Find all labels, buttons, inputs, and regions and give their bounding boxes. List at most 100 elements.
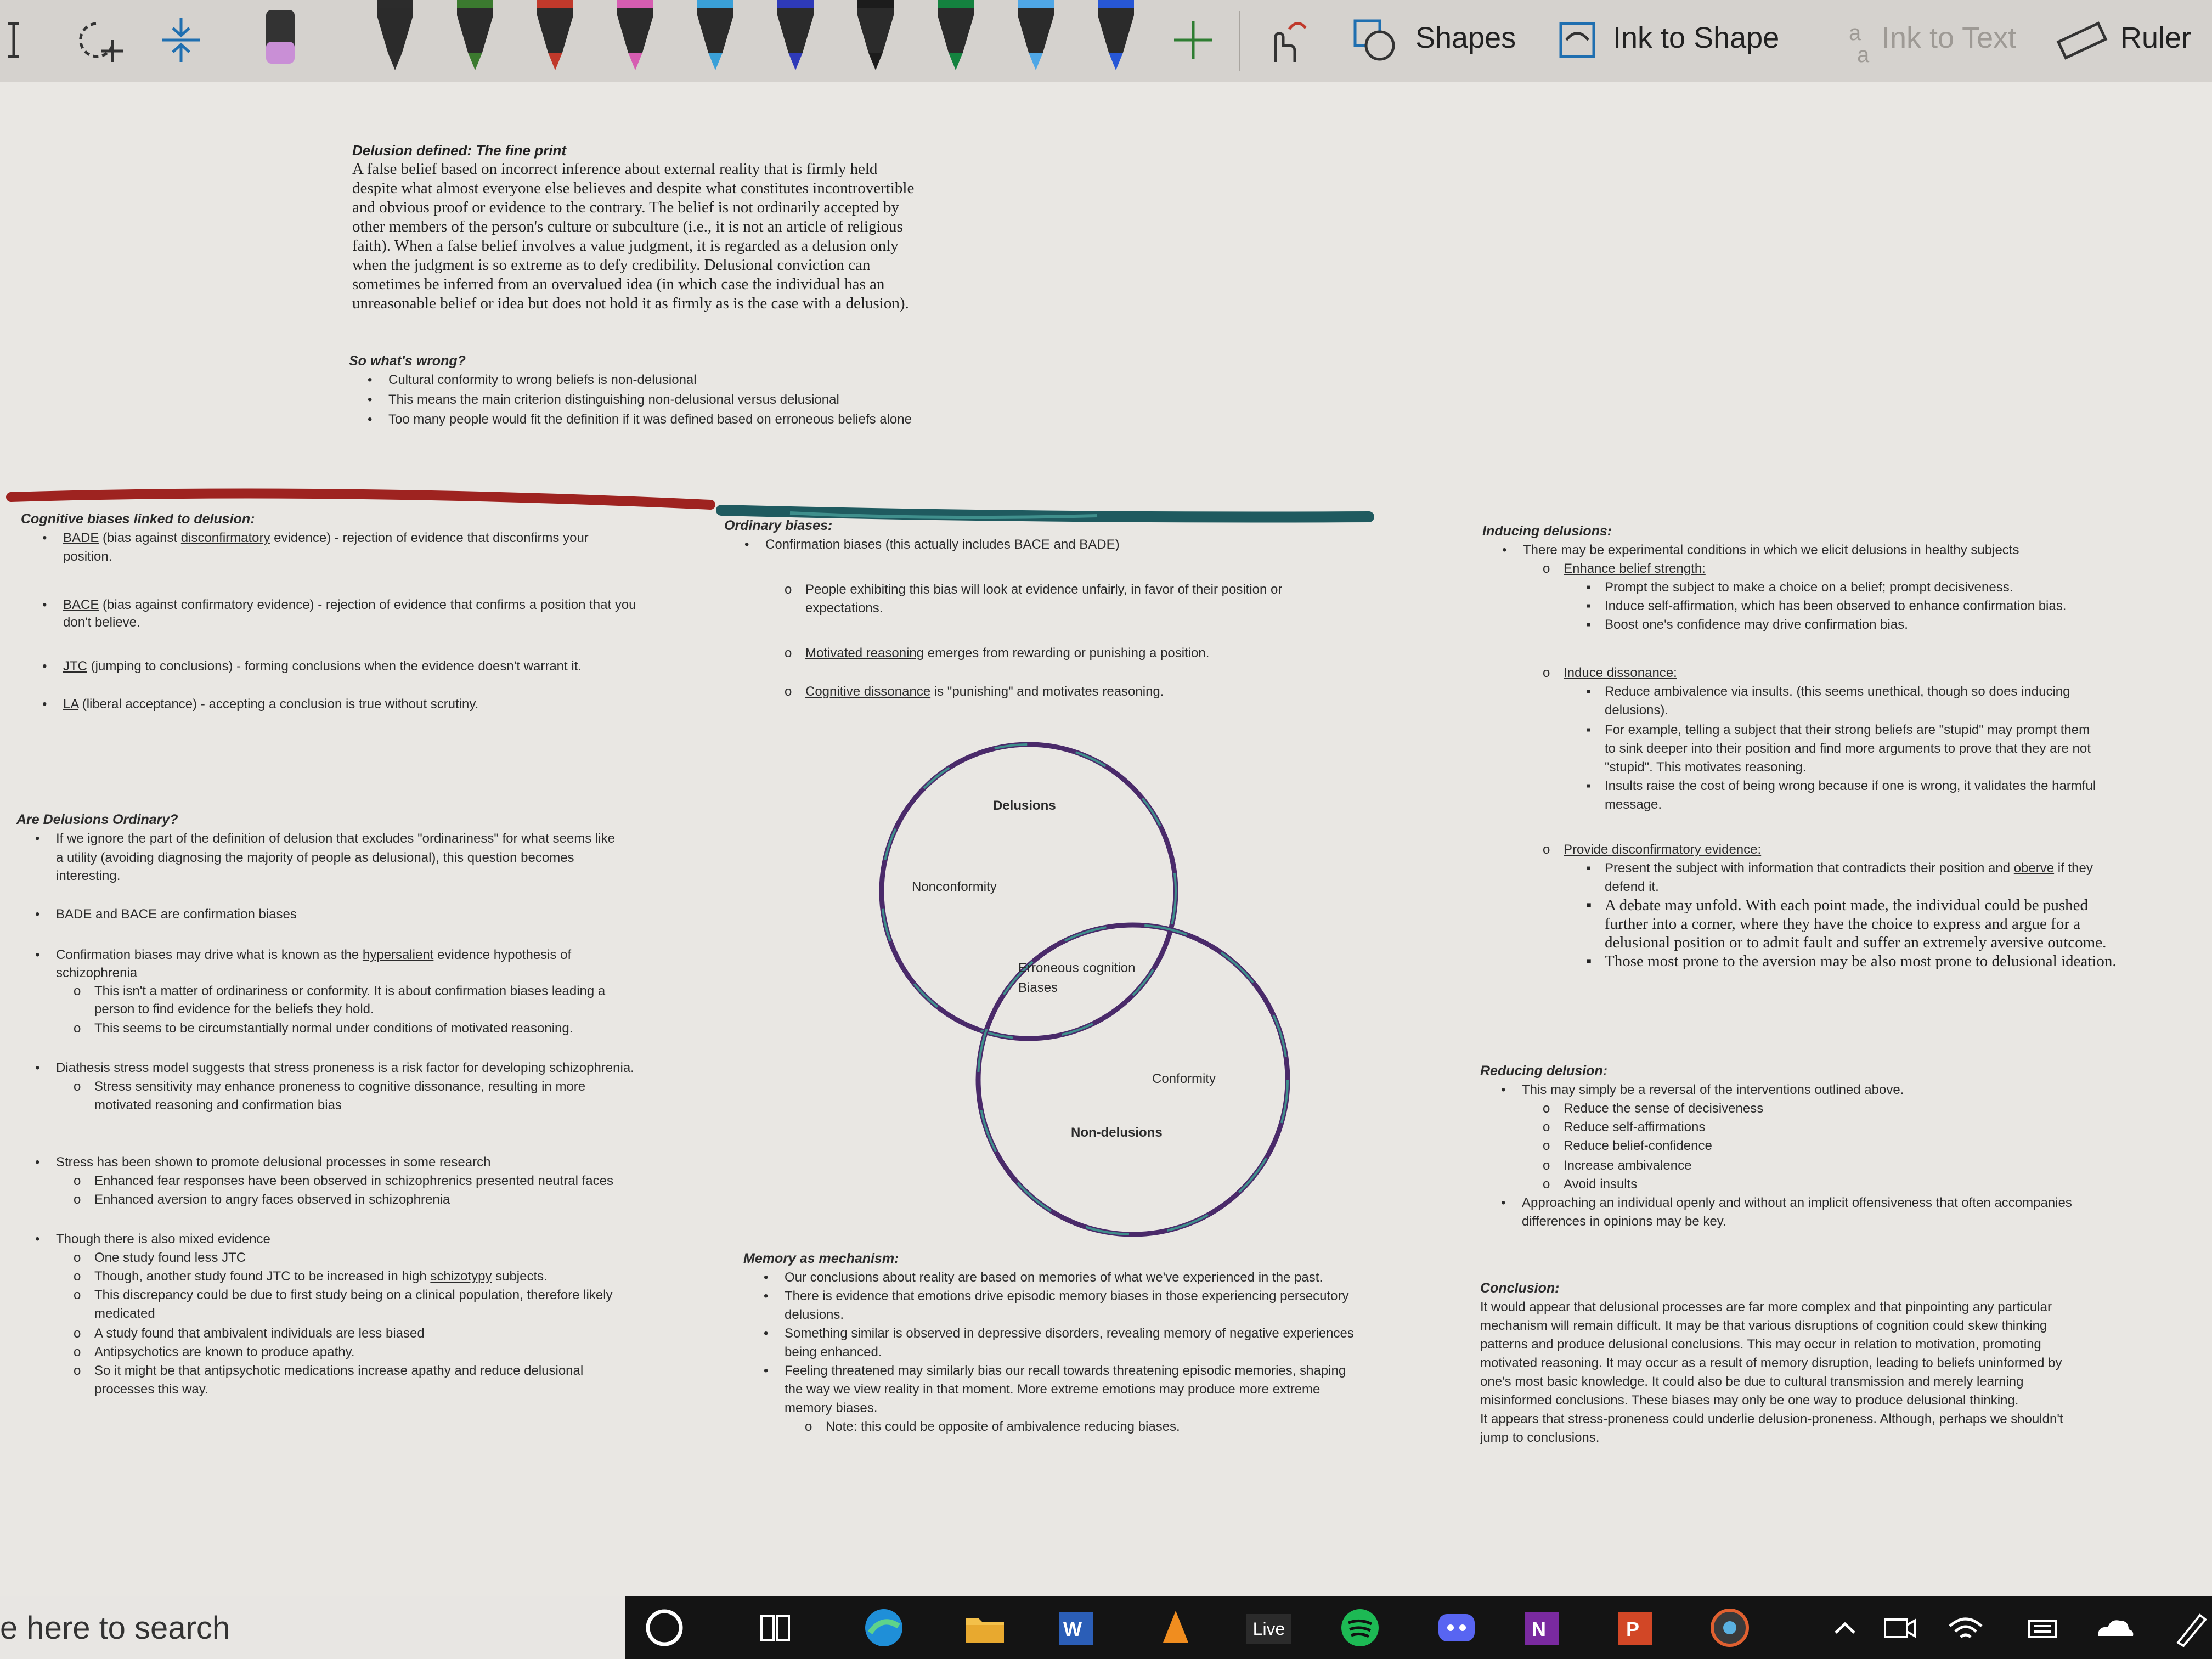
- bace-item-cont: don't believe.: [63, 615, 140, 630]
- usb-device-icon[interactable]: [2019, 1604, 2066, 1651]
- ruler-label[interactable]: Ruler: [2120, 21, 2191, 55]
- inducing-line-14: Provide disconfirmatory evidence:: [1543, 839, 1761, 860]
- ink-to-shape-icon[interactable]: [1553, 10, 1602, 70]
- ordinary-line-5: Confirmation biases may drive what is kn…: [35, 945, 572, 965]
- inducing-line-15c: if they: [2054, 861, 2093, 876]
- reducing-heading: Reducing delusion:: [1480, 1063, 1607, 1079]
- pen-icon[interactable]: [926, 0, 986, 71]
- memory-line-1: Our conclusions about reality are based …: [764, 1267, 1323, 1288]
- ordinary-line-7: This isn't a matter of ordinariness or c…: [74, 981, 605, 1001]
- memory-line-4: Something similar is observed in depress…: [764, 1323, 1354, 1344]
- ordinary-line-5a: Confirmation biases may drive what is kn…: [56, 947, 363, 962]
- ordinary-line-24: processes this way.: [94, 1382, 208, 1397]
- cortana-icon[interactable]: [641, 1604, 688, 1651]
- eraser-icon[interactable]: [252, 10, 307, 70]
- oberve-term: oberve: [2013, 861, 2055, 876]
- pen-icon[interactable]: [365, 0, 425, 71]
- taskbar-search-box[interactable]: e here to search: [0, 1596, 625, 1659]
- inducing-line-3: Prompt the subject to make a choice on a…: [1586, 577, 2013, 597]
- reducing-line-6: Avoid insults: [1543, 1174, 1637, 1194]
- pen-icon[interactable]: [605, 0, 665, 71]
- inducing-line-8: delusions).: [1605, 703, 1669, 718]
- conclusion-line: one's most basic knowledge. It could als…: [1480, 1374, 2024, 1389]
- ordinary-line-23: So it might be that antipsychotic medica…: [74, 1361, 583, 1381]
- inducing-line-12: Insults raise the cost of being wrong be…: [1586, 776, 2096, 796]
- text-cursor-icon[interactable]: [0, 10, 38, 70]
- cognitive-dissonance-term: Cognitive dissonance: [805, 684, 931, 699]
- venn-label-biases: Biases: [1018, 980, 1058, 995]
- show-hidden-icons-chevron-icon[interactable]: [1821, 1604, 1869, 1651]
- wifi-icon[interactable]: [1942, 1604, 1989, 1651]
- hypersalient-term: hypersalient: [362, 947, 434, 962]
- ordinary-biases-line-4b: emerges from rewarding or punishing a po…: [924, 646, 1210, 661]
- shapes-icon[interactable]: [1350, 10, 1399, 70]
- add-pen-icon[interactable]: [1163, 10, 1223, 70]
- red-ink-stroke: [6, 488, 715, 510]
- ordinary-line-12: motivated reasoning and confirmation bia…: [94, 1098, 342, 1113]
- onedrive-icon[interactable]: [2090, 1604, 2137, 1651]
- powerpoint-icon[interactable]: P: [1613, 1604, 1660, 1651]
- cognitive-biases-heading: Cognitive biases linked to delusion:: [21, 511, 255, 527]
- conclusion-line: It appears that stress-proneness could u…: [1480, 1412, 2063, 1426]
- ordinary-line-5c: evidence hypothesis of: [433, 947, 572, 962]
- pen-icon[interactable]: [1086, 0, 1146, 71]
- pen-icon[interactable]: [765, 0, 826, 71]
- conclusion-heading: Conclusion:: [1480, 1280, 1560, 1296]
- ordinary-line-11: Stress sensitivity may enhance proneness…: [74, 1076, 585, 1097]
- inducing-line-20: Those most prone to the aversion may be …: [1586, 951, 2117, 971]
- live-app-icon[interactable]: Live: [1241, 1604, 1296, 1651]
- task-view-icon[interactable]: [752, 1604, 799, 1651]
- inducing-line-11: "stupid". This motivates reasoning.: [1605, 760, 1807, 775]
- ink-to-shape-label[interactable]: Ink to Shape: [1613, 21, 1779, 55]
- onenote-icon[interactable]: N: [1520, 1604, 1567, 1651]
- add-space-icon[interactable]: [154, 10, 208, 70]
- obs-icon[interactable]: [1706, 1604, 1753, 1651]
- ordinary-line-10: Diathesis stress model suggests that str…: [35, 1058, 634, 1078]
- pen-icon[interactable]: [685, 0, 746, 71]
- file-explorer-icon[interactable]: [961, 1604, 1008, 1651]
- fl-studio-icon[interactable]: [1152, 1604, 1199, 1651]
- pen-icon[interactable]: [445, 0, 505, 71]
- camera-icon[interactable]: [1876, 1604, 1923, 1651]
- ordinary-line-14: Enhanced fear responses have been observ…: [74, 1171, 613, 1191]
- lasso-add-icon[interactable]: [71, 10, 132, 70]
- memory-line-9: Note: this could be opposite of ambivale…: [805, 1417, 1180, 1437]
- word-icon[interactable]: W: [1053, 1604, 1101, 1651]
- spotify-icon[interactable]: [1336, 1604, 1384, 1651]
- ordinary-line-13: Stress has been shown to promote delusio…: [35, 1152, 490, 1172]
- la-text: (liberal acceptance) - accepting a concl…: [78, 697, 479, 712]
- conclusion-line: motivated reasoning. It may occur as a r…: [1480, 1356, 2062, 1370]
- conclusion-line: patterns and produce delusional conclusi…: [1480, 1337, 2041, 1352]
- onenote-letter: N: [1532, 1618, 1546, 1640]
- ordinary-line-15: Enhanced aversion to angry faces observe…: [74, 1189, 450, 1210]
- ordinary-line-18c: subjects.: [492, 1269, 548, 1284]
- ordinary-line-16: Though there is also mixed evidence: [35, 1229, 270, 1249]
- bade-item: BADE (bias against disconfirmatory evide…: [42, 528, 589, 548]
- ink-to-text-icon: aa: [1832, 10, 1882, 70]
- venn-label-nonconformity: Nonconformity: [912, 879, 997, 894]
- bade-text-c: evidence) - rejection of evidence that d…: [270, 531, 589, 545]
- memory-line-7: the way we view reality in that moment. …: [785, 1382, 1321, 1397]
- inducing-line-19: delusional position or to admit fault an…: [1605, 934, 2107, 951]
- ordinary-biases-line-5: Cognitive dissonance is "punishing" and …: [785, 681, 1164, 702]
- ordinary-biases-line-3: expectations.: [805, 601, 883, 616]
- ordinary-line-18a: Though, another study found JTC to be in…: [94, 1269, 431, 1284]
- pen-menu-icon[interactable]: [2167, 1604, 2212, 1651]
- jtc-text: (jumping to conclusions) - forming concl…: [87, 659, 582, 674]
- inducing-line-2: Enhance belief strength:: [1543, 558, 1706, 579]
- search-placeholder: e here to search: [0, 1610, 230, 1646]
- memory-line-6: Feeling threatened may similarly bias ou…: [764, 1361, 1346, 1381]
- conclusion-line: jump to conclusions.: [1480, 1430, 1600, 1445]
- edge-icon[interactable]: [860, 1604, 907, 1651]
- ordinary-line-4: BADE and BACE are confirmation biases: [35, 904, 297, 924]
- ordinary-line-2: a utility (avoiding diagnosing the major…: [56, 850, 574, 865]
- pen-icon[interactable]: [1006, 0, 1066, 71]
- inducing-line-7: Reduce ambivalence via insults. (this se…: [1586, 681, 2070, 702]
- ruler-icon[interactable]: [2052, 10, 2112, 70]
- pen-icon[interactable]: [845, 0, 906, 71]
- discord-icon[interactable]: [1433, 1604, 1480, 1651]
- touch-writing-icon[interactable]: [1254, 10, 1314, 70]
- inducing-line-18: further into a corner, where they have t…: [1605, 915, 2081, 933]
- pen-icon[interactable]: [525, 0, 585, 71]
- shapes-label[interactable]: Shapes: [1415, 21, 1516, 55]
